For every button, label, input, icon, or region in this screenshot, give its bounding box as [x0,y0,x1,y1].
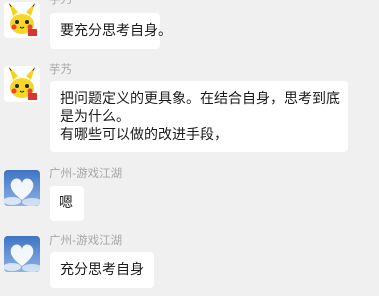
sender-avatar[interactable] [4,170,40,206]
message-text: 有哪些可以做的改进手段， [60,127,228,143]
message-text: 要充分思考自身。 [60,23,172,39]
message-bubble[interactable]: 把问题定义的更具象。在结合自身，思考到底 是为什么。 有哪些可以做的改进手段， [50,81,348,152]
pikachu-avatar-icon [4,2,40,38]
message-text: 把问题定义的更具象。在结合自身，思考到底 [60,91,340,107]
message-text: 充分思考自身 [60,262,144,278]
heart-cloud-avatar-icon [4,236,40,272]
message-bubble[interactable]: 要充分思考自身。 [50,13,172,49]
sender-avatar[interactable] [4,236,40,272]
message-text: 嗯 [59,195,73,211]
message-bubble[interactable]: 充分思考自身 [50,252,154,288]
message-text: 是为什么。 [60,109,130,125]
heart-cloud-avatar-icon [4,170,40,206]
sender-avatar[interactable] [4,66,40,102]
message-bubble[interactable]: 嗯 [50,186,84,221]
sender-avatar[interactable] [4,2,40,38]
pikachu-avatar-icon [4,66,40,102]
sender-name: 芋艿 [49,62,72,76]
sender-name: 广州-游戏江湖 [49,233,123,247]
sender-name: 广州-游戏江湖 [49,166,123,180]
sender-name: 芋艿 [49,0,72,6]
